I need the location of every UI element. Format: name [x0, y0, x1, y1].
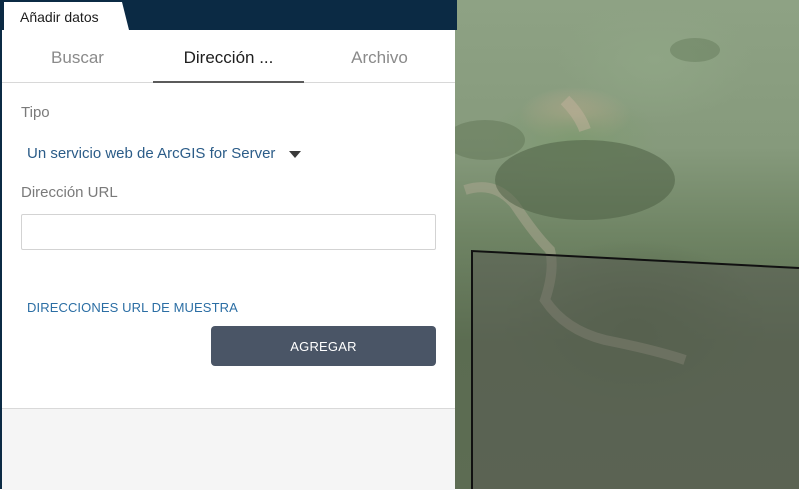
panel-title-tab[interactable]: Añadir datos — [4, 2, 129, 30]
panel-footer — [2, 408, 455, 490]
panel-body: Buscar Dirección ... Archivo Tipo Un ser… — [2, 30, 455, 490]
source-tabs: Buscar Dirección ... Archivo — [2, 40, 455, 83]
caret-down-icon — [289, 150, 302, 158]
tab-archivo[interactable]: Archivo — [304, 40, 455, 82]
add-button[interactable]: AGREGAR — [211, 326, 436, 366]
url-label: Dirección URL — [21, 184, 118, 201]
type-dropdown[interactable]: Un servicio web de ArcGIS for Server — [27, 143, 302, 163]
map-polygon-overlay[interactable] — [472, 251, 799, 489]
type-label: Tipo — [21, 104, 50, 121]
map-view[interactable] — [455, 0, 799, 489]
type-dropdown-value: Un servicio web de ArcGIS for Server — [27, 144, 276, 162]
add-data-panel: Añadir datos Buscar Dirección ... Archiv… — [0, 0, 457, 490]
map-features — [455, 38, 799, 489]
url-input[interactable] — [21, 214, 436, 250]
tab-direccion[interactable]: Dirección ... — [153, 40, 304, 83]
tab-buscar[interactable]: Buscar — [2, 40, 153, 82]
sample-urls-link[interactable]: DIRECCIONES URL DE MUESTRA — [27, 300, 238, 315]
